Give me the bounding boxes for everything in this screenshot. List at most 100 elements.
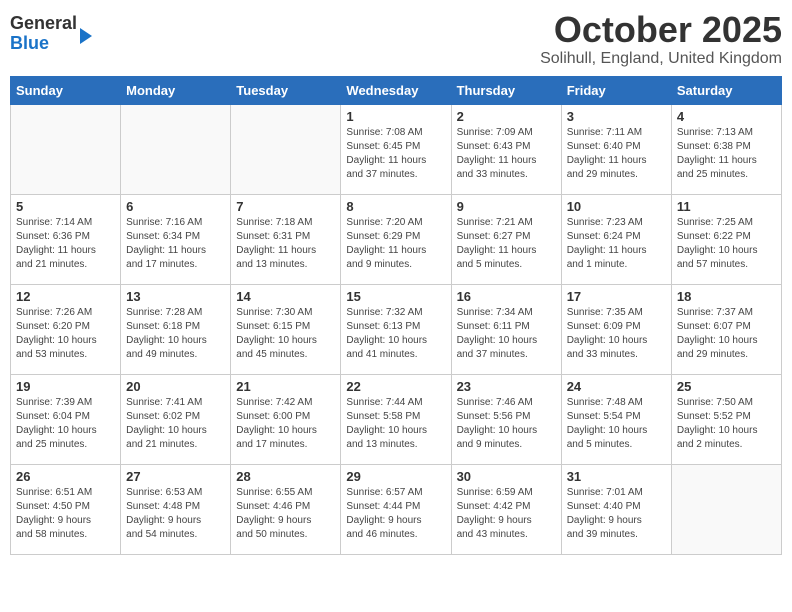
calendar-cell: [671, 464, 781, 554]
day-info: Sunrise: 7:09 AM Sunset: 6:43 PM Dayligh…: [457, 126, 556, 182]
day-number: 27: [126, 469, 225, 484]
week-row-2: 5Sunrise: 7:14 AM Sunset: 6:36 PM Daylig…: [11, 194, 782, 284]
day-info: Sunrise: 6:53 AM Sunset: 4:48 PM Dayligh…: [126, 486, 225, 542]
title-section: October 2025 Solihull, England, United K…: [540, 10, 782, 68]
day-number: 21: [236, 379, 335, 394]
calendar-cell: 19Sunrise: 7:39 AM Sunset: 6:04 PM Dayli…: [11, 374, 121, 464]
calendar-cell: 20 Sunrise: 7:41 AM Sunset: 6:02 PM Dayli…: [121, 374, 231, 464]
calendar-cell: 5Sunrise: 7:14 AM Sunset: 6:36 PM Daylig…: [11, 194, 121, 284]
logo-arrow-icon: [80, 28, 92, 44]
day-info: Sunrise: 7:50 AM Sunset: 5:52 PM Dayligh…: [677, 396, 776, 452]
day-number: 13: [126, 289, 225, 304]
day-info: Sunrise: 7:46 AM Sunset: 5:56 PM Dayligh…: [457, 396, 556, 452]
day-info: Sunrise: 6:51 AM Sunset: 4:50 PM Dayligh…: [16, 486, 115, 542]
logo: General Blue: [10, 14, 92, 54]
calendar-cell: 13 Sunrise: 7:28 AM Sunset: 6:18 PM Dayli…: [121, 284, 231, 374]
day-info: Sunrise: 7:16 AM Sunset: 6:34 PM Dayligh…: [126, 216, 225, 272]
calendar-cell: 16Sunrise: 7:34 AM Sunset: 6:11 PM Dayli…: [451, 284, 561, 374]
day-number: 3: [567, 109, 666, 124]
day-number: 16: [457, 289, 556, 304]
day-info: Sunrise: 6:57 AM Sunset: 4:44 PM Dayligh…: [346, 486, 445, 542]
day-number: 30: [457, 469, 556, 484]
day-number: 15: [346, 289, 445, 304]
calendar-cell: [121, 104, 231, 194]
day-number: 20: [126, 379, 225, 394]
calendar-cell: 26Sunrise: 6:51 AM Sunset: 4:50 PM Dayli…: [11, 464, 121, 554]
calendar-cell: 27 Sunrise: 6:53 AM Sunset: 4:48 PM Dayli…: [121, 464, 231, 554]
day-info: Sunrise: 7:28 AM Sunset: 6:18 PM Dayligh…: [126, 306, 225, 362]
calendar-table: SundayMondayTuesdayWednesdayThursdayFrid…: [10, 76, 782, 555]
weekday-header-thursday: Thursday: [451, 76, 561, 104]
calendar-cell: 7Sunrise: 7:18 AM Sunset: 6:31 PM Daylig…: [231, 194, 341, 284]
calendar-cell: 10 Sunrise: 7:23 AM Sunset: 6:24 PM Dayli…: [561, 194, 671, 284]
week-row-4: 19Sunrise: 7:39 AM Sunset: 6:04 PM Dayli…: [11, 374, 782, 464]
day-number: 18: [677, 289, 776, 304]
day-number: 4: [677, 109, 776, 124]
day-number: 28: [236, 469, 335, 484]
calendar-cell: 6 Sunrise: 7:16 AM Sunset: 6:34 PM Daylig…: [121, 194, 231, 284]
calendar-cell: 3 Sunrise: 7:11 AM Sunset: 6:40 PM Daylig…: [561, 104, 671, 194]
calendar-cell: 30 Sunrise: 6:59 AM Sunset: 4:42 PM Dayli…: [451, 464, 561, 554]
day-number: 2: [457, 109, 556, 124]
day-info: Sunrise: 7:41 AM Sunset: 6:02 PM Dayligh…: [126, 396, 225, 452]
logo-text: General Blue: [10, 14, 77, 54]
day-info: Sunrise: 7:01 AM Sunset: 4:40 PM Dayligh…: [567, 486, 666, 542]
day-info: Sunrise: 7:14 AM Sunset: 6:36 PM Dayligh…: [16, 216, 115, 272]
day-number: 10: [567, 199, 666, 214]
day-info: Sunrise: 7:25 AM Sunset: 6:22 PM Dayligh…: [677, 216, 776, 272]
calendar-cell: 15 Sunrise: 7:32 AM Sunset: 6:13 PM Dayli…: [341, 284, 451, 374]
calendar-cell: 23 Sunrise: 7:46 AM Sunset: 5:56 PM Dayli…: [451, 374, 561, 464]
day-info: Sunrise: 7:42 AM Sunset: 6:00 PM Dayligh…: [236, 396, 335, 452]
day-info: Sunrise: 7:32 AM Sunset: 6:13 PM Dayligh…: [346, 306, 445, 362]
calendar-cell: 24Sunrise: 7:48 AM Sunset: 5:54 PM Dayli…: [561, 374, 671, 464]
day-number: 24: [567, 379, 666, 394]
day-number: 12: [16, 289, 115, 304]
day-number: 25: [677, 379, 776, 394]
calendar-cell: 9 Sunrise: 7:21 AM Sunset: 6:27 PM Daylig…: [451, 194, 561, 284]
page-header: General Blue October 2025 Solihull, Engl…: [10, 10, 782, 68]
calendar-cell: 25 Sunrise: 7:50 AM Sunset: 5:52 PM Dayli…: [671, 374, 781, 464]
calendar-cell: [11, 104, 121, 194]
day-info: Sunrise: 7:13 AM Sunset: 6:38 PM Dayligh…: [677, 126, 776, 182]
week-row-1: 1 Sunrise: 7:08 AM Sunset: 6:45 PM Daylig…: [11, 104, 782, 194]
day-number: 1: [346, 109, 445, 124]
calendar-cell: 1 Sunrise: 7:08 AM Sunset: 6:45 PM Daylig…: [341, 104, 451, 194]
day-info: Sunrise: 7:44 AM Sunset: 5:58 PM Dayligh…: [346, 396, 445, 452]
day-info: Sunrise: 6:59 AM Sunset: 4:42 PM Dayligh…: [457, 486, 556, 542]
day-info: Sunrise: 7:35 AM Sunset: 6:09 PM Dayligh…: [567, 306, 666, 362]
day-number: 8: [346, 199, 445, 214]
day-info: Sunrise: 7:30 AM Sunset: 6:15 PM Dayligh…: [236, 306, 335, 362]
calendar-cell: [231, 104, 341, 194]
day-info: Sunrise: 7:11 AM Sunset: 6:40 PM Dayligh…: [567, 126, 666, 182]
day-number: 29: [346, 469, 445, 484]
day-info: Sunrise: 7:18 AM Sunset: 6:31 PM Dayligh…: [236, 216, 335, 272]
day-info: Sunrise: 7:08 AM Sunset: 6:45 PM Dayligh…: [346, 126, 445, 182]
calendar-cell: 31Sunrise: 7:01 AM Sunset: 4:40 PM Dayli…: [561, 464, 671, 554]
day-number: 6: [126, 199, 225, 214]
day-number: 11: [677, 199, 776, 214]
week-row-3: 12Sunrise: 7:26 AM Sunset: 6:20 PM Dayli…: [11, 284, 782, 374]
weekday-header-friday: Friday: [561, 76, 671, 104]
location-title: Solihull, England, United Kingdom: [540, 50, 782, 68]
day-number: 14: [236, 289, 335, 304]
calendar-cell: 17 Sunrise: 7:35 AM Sunset: 6:09 PM Dayli…: [561, 284, 671, 374]
weekday-header-sunday: Sunday: [11, 76, 121, 104]
day-info: Sunrise: 7:37 AM Sunset: 6:07 PM Dayligh…: [677, 306, 776, 362]
calendar-cell: 18 Sunrise: 7:37 AM Sunset: 6:07 PM Dayli…: [671, 284, 781, 374]
day-info: Sunrise: 7:21 AM Sunset: 6:27 PM Dayligh…: [457, 216, 556, 272]
day-number: 23: [457, 379, 556, 394]
day-number: 17: [567, 289, 666, 304]
calendar-cell: 12Sunrise: 7:26 AM Sunset: 6:20 PM Dayli…: [11, 284, 121, 374]
logo-blue: Blue: [10, 34, 77, 54]
month-title: October 2025: [540, 10, 782, 50]
day-info: Sunrise: 7:23 AM Sunset: 6:24 PM Dayligh…: [567, 216, 666, 272]
weekday-header-monday: Monday: [121, 76, 231, 104]
weekday-header-wednesday: Wednesday: [341, 76, 451, 104]
calendar-cell: 28 Sunrise: 6:55 AM Sunset: 4:46 PM Dayli…: [231, 464, 341, 554]
calendar-cell: 29 Sunrise: 6:57 AM Sunset: 4:44 PM Dayli…: [341, 464, 451, 554]
day-number: 19: [16, 379, 115, 394]
day-info: Sunrise: 7:20 AM Sunset: 6:29 PM Dayligh…: [346, 216, 445, 272]
day-info: Sunrise: 6:55 AM Sunset: 4:46 PM Dayligh…: [236, 486, 335, 542]
day-number: 9: [457, 199, 556, 214]
calendar-cell: 2 Sunrise: 7:09 AM Sunset: 6:43 PM Daylig…: [451, 104, 561, 194]
